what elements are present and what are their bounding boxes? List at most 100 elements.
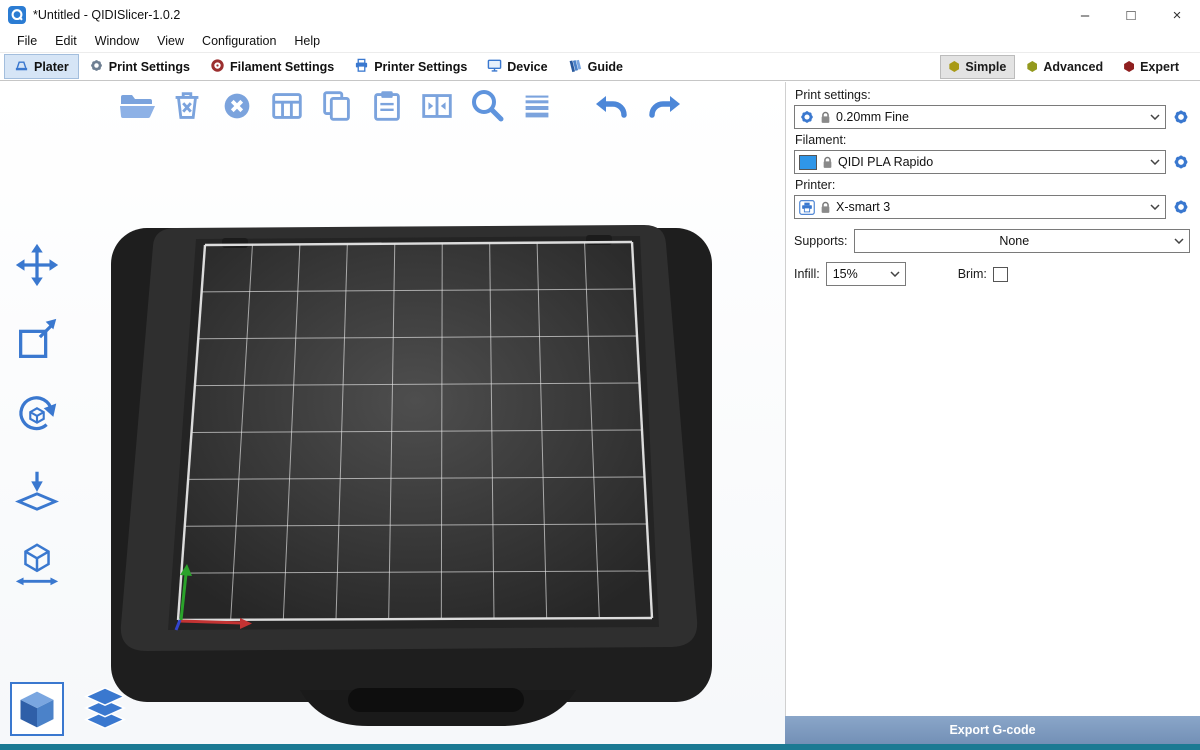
menu-window[interactable]: Window (86, 32, 148, 50)
redo-button[interactable] (642, 85, 684, 127)
mode-advanced[interactable]: Advanced (1018, 55, 1112, 79)
brim-checkbox[interactable] (993, 267, 1008, 282)
profile-gear-icon (799, 109, 815, 125)
brim-label: Brim: (958, 267, 987, 281)
close-button[interactable]: × (1154, 0, 1200, 30)
3d-view-icon (15, 687, 59, 731)
tab-guide-label: Guide (588, 60, 623, 74)
print-settings-gear-button[interactable] (1172, 108, 1190, 126)
delete-button[interactable] (166, 85, 208, 127)
print-settings-value: 0.20mm Fine (836, 110, 1142, 124)
filament-color-swatch (799, 155, 817, 170)
search-icon (467, 86, 507, 126)
lock-icon (820, 201, 831, 214)
copy-icon (318, 87, 356, 125)
tab-filament-settings-label: Filament Settings (230, 60, 334, 74)
gizmo-toolbar (8, 238, 66, 592)
plater-toolbar (116, 85, 684, 127)
mode-expert-label: Expert (1140, 60, 1179, 74)
tab-printer-settings[interactable]: Printer Settings (344, 54, 477, 79)
3d-view-button[interactable] (10, 682, 64, 736)
printer-combo[interactable]: X-smart 3 (794, 195, 1166, 219)
app-logo-icon (8, 6, 26, 24)
place-on-face-icon (12, 465, 62, 515)
infill-combo[interactable]: 15% (826, 262, 906, 286)
minimize-button[interactable]: – (1062, 0, 1108, 30)
place-on-face-button[interactable] (8, 463, 66, 517)
mode-simple-label: Simple (965, 60, 1006, 74)
rotate-button[interactable] (8, 388, 66, 442)
split-objects-button[interactable] (416, 85, 458, 127)
lock-icon (822, 156, 833, 169)
mode-expert[interactable]: Expert (1115, 55, 1188, 79)
delete-all-button[interactable] (216, 85, 258, 127)
printer-gear-button[interactable] (1172, 198, 1190, 216)
scale-button[interactable] (8, 313, 66, 367)
viewport-3d[interactable] (0, 82, 785, 744)
print-settings-combo[interactable]: 0.20mm Fine (794, 105, 1166, 129)
search-button[interactable] (466, 85, 508, 127)
undo-button[interactable] (592, 85, 634, 127)
copy-button[interactable] (316, 85, 358, 127)
titlebar: *Untitled - QIDISlicer-1.0.2 – □ × (0, 0, 1200, 30)
menu-configuration[interactable]: Configuration (193, 32, 285, 50)
book-icon (568, 58, 583, 76)
mode-switcher: Simple Advanced Expert (940, 55, 1196, 79)
layers-view-button[interactable] (78, 682, 132, 736)
supports-value: None (863, 234, 1166, 248)
paste-button[interactable] (366, 85, 408, 127)
move-icon (12, 240, 62, 290)
redo-icon (643, 86, 683, 126)
paste-icon (368, 87, 406, 125)
supports-label: Supports: (794, 234, 848, 248)
filament-spool-icon (210, 58, 225, 76)
move-button[interactable] (8, 238, 66, 292)
menu-edit[interactable]: Edit (46, 32, 86, 50)
arrange-icon (268, 87, 306, 125)
tab-guide[interactable]: Guide (558, 54, 633, 79)
split-objects-icon (418, 87, 456, 125)
undo-icon (593, 86, 633, 126)
menu-view[interactable]: View (148, 32, 193, 50)
maximize-button[interactable]: □ (1108, 0, 1154, 30)
tab-device-label: Device (507, 60, 547, 74)
open-file-button[interactable] (116, 85, 158, 127)
tab-print-settings[interactable]: Print Settings (79, 54, 200, 79)
filament-combo[interactable]: QIDI PLA Rapido (794, 150, 1166, 174)
menu-help[interactable]: Help (285, 32, 329, 50)
window-controls: – □ × (1062, 0, 1200, 30)
filament-gear-button[interactable] (1172, 153, 1190, 171)
measure-button[interactable] (8, 538, 66, 592)
settings-panel: Print settings: 0.20mm Fine Filament: QI… (785, 82, 1200, 744)
export-gcode-button[interactable]: Export G-code (785, 716, 1200, 744)
mode-advanced-label: Advanced (1043, 60, 1103, 74)
open-folder-icon (117, 86, 157, 126)
menubar: File Edit Window View Configuration Help (0, 30, 1200, 52)
printer-value: X-smart 3 (836, 200, 1142, 214)
infill-label: Infill: (794, 267, 820, 281)
printer-icon (799, 200, 815, 215)
chevron-down-icon (1147, 204, 1163, 210)
lock-icon (820, 111, 831, 124)
window-title: *Untitled - QIDISlicer-1.0.2 (33, 8, 180, 22)
infill-value: 15% (833, 267, 882, 281)
monitor-icon (487, 58, 502, 76)
tab-device[interactable]: Device (477, 54, 557, 79)
tab-printer-settings-label: Printer Settings (374, 60, 467, 74)
printer-label: Printer: (795, 178, 1190, 192)
filament-label: Filament: (795, 133, 1190, 147)
layers-view-icon (82, 686, 128, 732)
variable-layer-height-button[interactable] (516, 85, 558, 127)
tab-print-settings-label: Print Settings (109, 60, 190, 74)
arrange-button[interactable] (266, 85, 308, 127)
bottom-strip (0, 744, 1200, 750)
delete-all-icon (218, 87, 256, 125)
mode-simple[interactable]: Simple (940, 55, 1015, 79)
gear-icon (89, 58, 104, 76)
scale-icon (12, 315, 62, 365)
filament-value: QIDI PLA Rapido (838, 155, 1142, 169)
tab-filament-settings[interactable]: Filament Settings (200, 54, 344, 79)
supports-combo[interactable]: None (854, 229, 1190, 253)
tab-plater[interactable]: Plater (4, 54, 79, 79)
menu-file[interactable]: File (8, 32, 46, 50)
